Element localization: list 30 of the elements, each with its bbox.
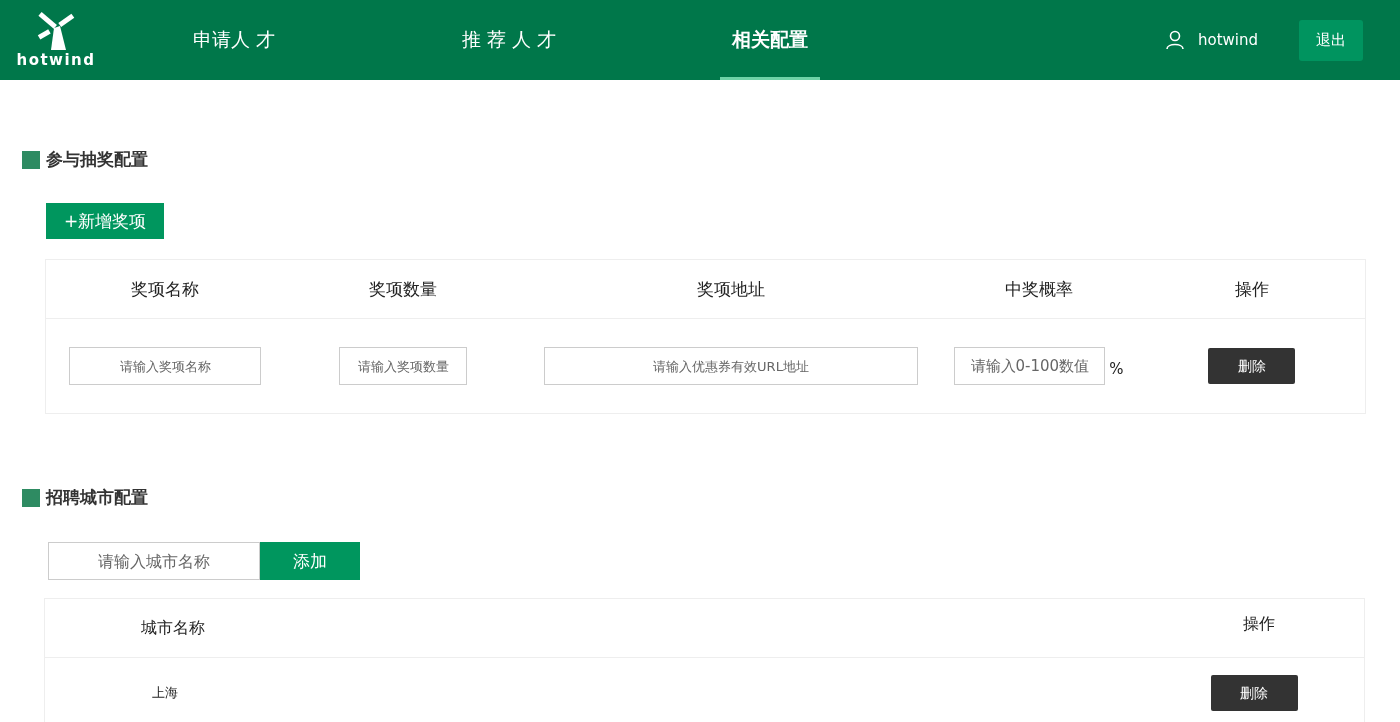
section-marker-icon	[22, 488, 40, 507]
column-header: 操作	[1234, 277, 1269, 301]
column-header: 城市名称	[141, 617, 205, 639]
delete-button[interactable]: 删除	[1210, 675, 1298, 711]
windmill-logo-icon	[36, 12, 76, 52]
nav-tab[interactable]: 申请人 才	[184, 0, 284, 80]
column-header: 奖项名称	[131, 277, 199, 301]
add-prize-button[interactable]: +新增奖项	[46, 203, 164, 239]
column-header: 操作	[1243, 613, 1275, 635]
nav-tab[interactable]: 相关配置	[720, 0, 820, 80]
section-title: 参与抽奖配置	[46, 148, 148, 171]
section-marker-icon	[22, 150, 40, 169]
logo-text: hotwind	[16, 52, 96, 68]
column-header: 奖项数量	[369, 277, 437, 301]
column-header: 奖项地址	[697, 277, 765, 301]
percent-unit: %	[1109, 360, 1124, 378]
nav-tab[interactable]: 推 荐 人 才	[444, 0, 574, 80]
column-header: 中奖概率	[1005, 277, 1073, 301]
prize-count-field[interactable]: 请输入奖项数量	[339, 347, 467, 385]
prize-name-field[interactable]: 请输入奖项名称	[69, 347, 261, 385]
city-name-field[interactable]: 请输入城市名称	[48, 542, 260, 580]
probability-field[interactable]: 请输入0-100数值	[954, 347, 1106, 385]
username: hotwind	[1197, 31, 1258, 49]
delete-button[interactable]: 删除	[1208, 348, 1295, 384]
add-city-button[interactable]: 添加	[260, 542, 360, 580]
section-title: 招聘城市配置	[46, 486, 148, 509]
city-cell: 上海	[152, 684, 178, 702]
coupon-url-field[interactable]: 请输入优惠券有效URL地址	[544, 347, 918, 385]
logout-button[interactable]: 退出	[1299, 19, 1363, 61]
user-icon	[1165, 30, 1184, 50]
